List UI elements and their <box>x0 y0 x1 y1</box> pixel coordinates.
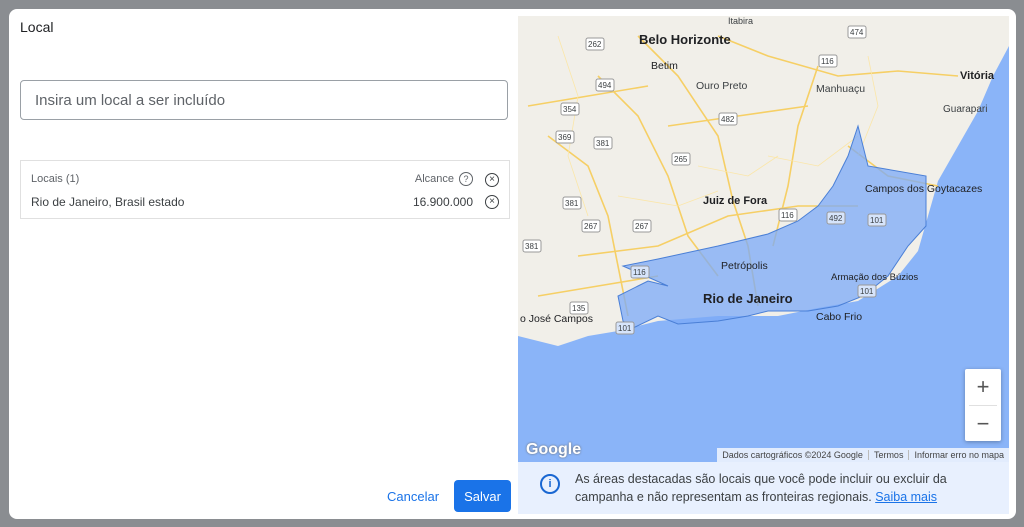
svg-text:135: 135 <box>572 304 586 313</box>
zoom-in-button[interactable]: + <box>965 369 1001 405</box>
remove-all-icon[interactable]: × <box>485 173 499 187</box>
map-canvas: Belo Horizonte Betim Ouro Preto Manhuaçu… <box>518 16 1009 462</box>
svg-text:474: 474 <box>850 28 864 37</box>
zoom-out-button[interactable]: − <box>965 406 1001 442</box>
svg-text:494: 494 <box>598 81 612 90</box>
help-icon[interactable]: ? <box>459 172 473 186</box>
city-label: Manhuaçu <box>816 83 865 95</box>
city-label: Cabo Frio <box>816 311 862 323</box>
svg-text:101: 101 <box>860 287 874 296</box>
terms-link[interactable]: Termos <box>867 450 909 460</box>
location-search-field[interactable] <box>20 80 508 120</box>
svg-text:265: 265 <box>674 155 688 164</box>
info-icon: i <box>540 474 560 494</box>
location-dialog: Local Locais (1) Alcance ? × Rio de Jane… <box>9 9 1016 519</box>
save-button[interactable]: Salvar <box>454 480 511 512</box>
report-error-link[interactable]: Informar erro no mapa <box>908 450 1009 460</box>
city-label: Juiz de Fora <box>703 195 768 207</box>
svg-text:262: 262 <box>588 40 602 49</box>
svg-text:116: 116 <box>633 268 646 277</box>
reach-label: Alcance <box>414 173 454 185</box>
svg-text:101: 101 <box>870 216 884 225</box>
city-label: Campos dos Goytacazes <box>865 183 982 195</box>
svg-text:381: 381 <box>565 199 579 208</box>
map[interactable]: Belo Horizonte Betim Ouro Preto Manhuaçu… <box>518 16 1009 462</box>
location-search-input[interactable] <box>21 81 507 119</box>
city-label: o José Campos <box>520 313 593 325</box>
map-attribution: Dados cartográficos ©2024 Google Termos … <box>717 448 1009 462</box>
svg-text:116: 116 <box>821 57 834 66</box>
svg-text:381: 381 <box>525 242 539 251</box>
city-label: Armação dos Búzios <box>831 272 918 283</box>
info-banner: i As áreas destacadas são locais que voc… <box>518 462 1009 514</box>
learn-more-link[interactable]: Saiba mais <box>875 490 937 504</box>
svg-text:101: 101 <box>618 324 632 333</box>
info-text: As áreas destacadas são locais que você … <box>575 470 985 506</box>
svg-text:381: 381 <box>596 139 610 148</box>
svg-text:482: 482 <box>721 115 735 124</box>
city-label: Belo Horizonte <box>639 32 731 47</box>
city-label: Itabira <box>728 16 753 26</box>
svg-text:354: 354 <box>563 105 577 114</box>
google-logo: Google <box>526 441 582 458</box>
zoom-controls: + − <box>965 369 1001 441</box>
city-label: Ouro Preto <box>696 80 748 92</box>
city-label: Vitória <box>960 70 995 82</box>
svg-text:492: 492 <box>829 214 843 223</box>
reach-header: Alcance ? <box>415 172 473 186</box>
city-label: Betim <box>651 60 678 72</box>
svg-text:116: 116 <box>781 211 794 220</box>
city-label: Petrópolis <box>721 260 768 272</box>
locations-panel: Locais (1) Alcance ? × Rio de Janeiro, B… <box>20 160 510 219</box>
svg-text:267: 267 <box>635 222 649 231</box>
locations-header: Locais (1) <box>31 173 80 185</box>
location-row-name: Rio de Janeiro, Brasil estado <box>31 195 185 209</box>
svg-text:369: 369 <box>558 133 572 142</box>
city-label: Guarapari <box>943 104 987 115</box>
city-label: Rio de Janeiro <box>703 291 793 306</box>
dialog-title: Local <box>20 19 54 35</box>
cancel-button[interactable]: Cancelar <box>382 481 444 511</box>
location-row-reach: 16.900.000 <box>412 195 473 209</box>
map-data-credit: Dados cartográficos ©2024 Google <box>722 450 863 460</box>
svg-text:267: 267 <box>584 222 598 231</box>
remove-location-icon[interactable]: × <box>485 195 499 209</box>
